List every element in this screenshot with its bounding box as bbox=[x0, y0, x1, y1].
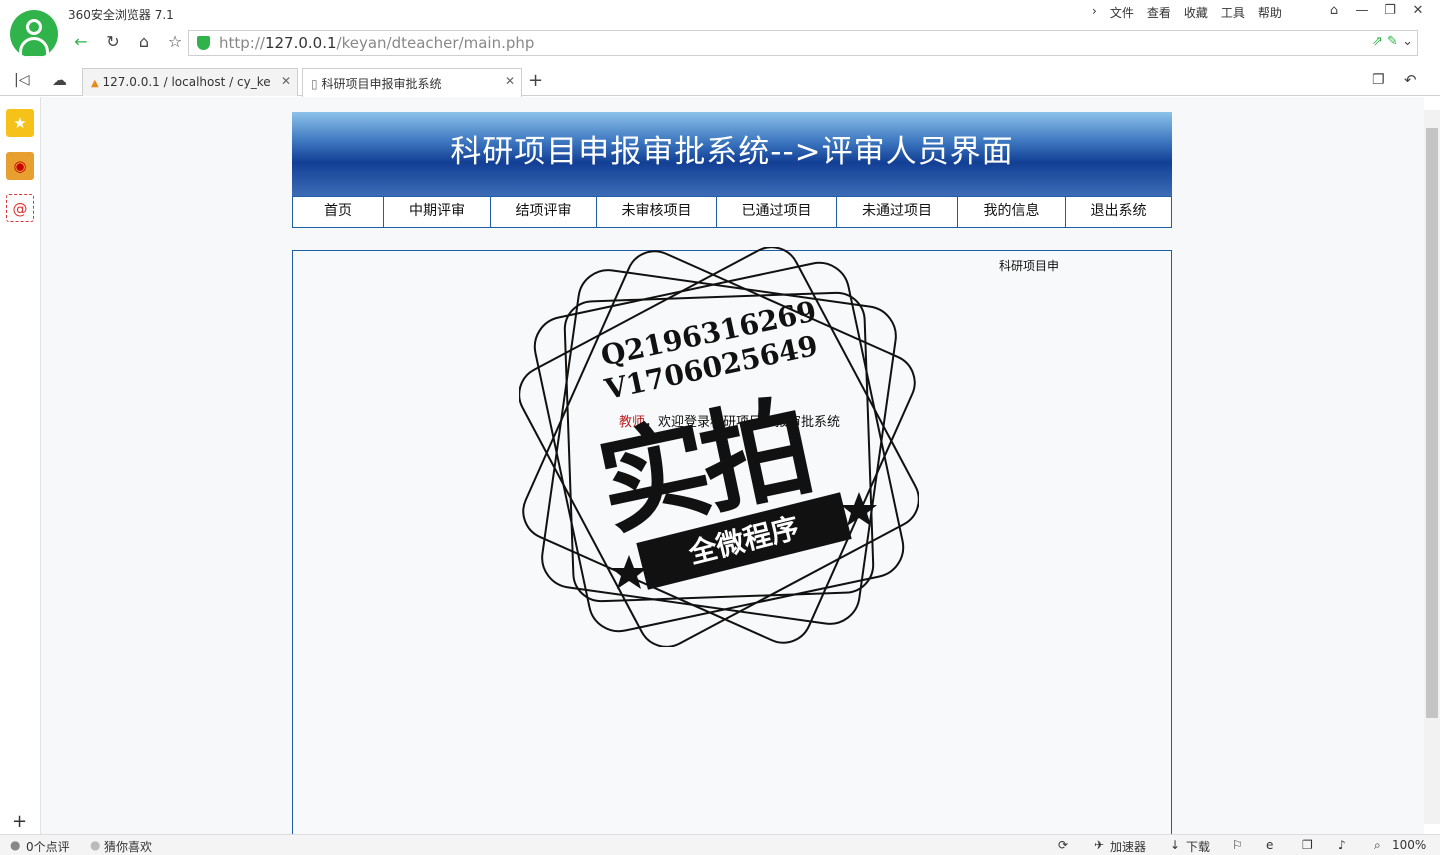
speed-icon[interactable]: ⟳ bbox=[1058, 838, 1068, 852]
close-tab-icon[interactable]: ✕ bbox=[281, 74, 291, 88]
browser-titlebar: 360安全浏览器 7.1 › 文件 查看 收藏 工具 帮助 ⌂ — ❐ ✕ bbox=[0, 0, 1440, 28]
nav-unreviewed[interactable]: 未审核项目 bbox=[597, 197, 717, 227]
window-controls: ⌂ — ❐ ✕ bbox=[1320, 2, 1432, 22]
menu-chevron-icon[interactable]: › bbox=[1092, 4, 1097, 21]
download-icon: ↓ bbox=[1170, 838, 1181, 852]
window-icon[interactable]: ❐ bbox=[1302, 838, 1313, 852]
main-nav: 首页 中期评审 结项评审 未审核项目 已通过项目 未通过项目 我的信息 退出系统 bbox=[292, 196, 1172, 228]
watermark-stamp: Q2196316269 V1706025649 实拍 全微程序 bbox=[519, 247, 919, 647]
flag-icon[interactable]: ⚐ bbox=[1232, 838, 1243, 852]
zoom-icon: ⌕ bbox=[1374, 838, 1381, 852]
ie-icon[interactable]: e bbox=[1266, 838, 1273, 852]
mail-icon[interactable]: @ bbox=[6, 194, 34, 222]
shield-icon bbox=[197, 36, 210, 50]
tab-label: 科研项目申报审批系统 bbox=[321, 77, 442, 91]
tab-research-system[interactable]: ▯ 科研项目申报审批系统 ✕ bbox=[302, 68, 522, 97]
home-icon[interactable]: ⌂ bbox=[133, 32, 155, 51]
back-icon[interactable]: ← bbox=[70, 32, 92, 51]
menu-favorites[interactable]: 收藏 bbox=[1184, 4, 1208, 21]
weibo-icon[interactable]: ◉ bbox=[6, 152, 34, 180]
url-host: 127.0.0.1 bbox=[264, 34, 337, 52]
browser-sidebar: ★ ◉ @ bbox=[0, 97, 41, 834]
url-prefix: http:// bbox=[219, 34, 265, 52]
refresh-icon[interactable]: ↻ bbox=[102, 32, 124, 51]
status-comments[interactable]: 0个点评 bbox=[26, 838, 70, 855]
status-recommend[interactable]: 猜你喜欢 bbox=[104, 838, 152, 855]
favorites-star-icon[interactable]: ★ bbox=[6, 109, 34, 137]
nav-home[interactable]: 首页 bbox=[293, 197, 384, 227]
banner-title: 科研项目申报审批系统-->评审人员界面 bbox=[450, 134, 1014, 170]
page-icon: ▯ bbox=[311, 77, 318, 91]
new-tab-icon[interactable]: + bbox=[528, 70, 543, 91]
scrollbar-thumb[interactable] bbox=[1426, 128, 1438, 718]
browser-menu: › 文件 查看 收藏 工具 帮助 bbox=[1092, 4, 1295, 21]
menu-help[interactable]: 帮助 bbox=[1258, 4, 1282, 21]
page-content: 科研项目申报审批系统-->评审人员界面 首页 中期评审 结项评审 未审核项目 已… bbox=[41, 97, 1424, 834]
nav-approved[interactable]: 已通过项目 bbox=[717, 197, 837, 227]
nav-rejected[interactable]: 未通过项目 bbox=[837, 197, 958, 227]
menu-file[interactable]: 文件 bbox=[1110, 4, 1134, 21]
status-accelerator[interactable]: 加速器 bbox=[1110, 838, 1146, 855]
nav-my-info[interactable]: 我的信息 bbox=[958, 197, 1066, 227]
browser-logo[interactable] bbox=[10, 10, 58, 58]
star-icon[interactable]: ☆ bbox=[164, 32, 186, 51]
user-body-icon bbox=[19, 37, 49, 58]
status-zoom[interactable]: 100% bbox=[1392, 838, 1426, 852]
address-bar[interactable]: http://127.0.0.1/keyan/dteacher/main.php… bbox=[188, 30, 1418, 56]
maximize-icon[interactable]: ❐ bbox=[1376, 2, 1404, 22]
navigation-bar: ← ↻ ⌂ ☆ http://127.0.0.1/keyan/dteacher/… bbox=[64, 28, 1440, 58]
close-tab-icon[interactable]: ✕ bbox=[505, 74, 515, 88]
tab-phpmyadmin[interactable]: ▲ 127.0.0.1 / localhost / cy_ke ✕ bbox=[82, 68, 298, 96]
menu-tools[interactable]: 工具 bbox=[1221, 4, 1245, 21]
page-scrollbar[interactable] bbox=[1424, 110, 1440, 824]
undo-close-icon[interactable]: ↶ bbox=[1404, 71, 1417, 89]
system-banner: 科研项目申报审批系统-->评审人员界面 bbox=[292, 112, 1172, 196]
nav-final-review[interactable]: 结项评审 bbox=[491, 197, 597, 227]
minimize-icon[interactable]: — bbox=[1348, 2, 1376, 22]
restore-tabs-icon[interactable]: ❐ bbox=[1372, 72, 1385, 88]
tab-label: 127.0.0.1 / localhost / cy_ke bbox=[102, 75, 271, 89]
share-icon[interactable]: ⇗ ✎ ⌄ bbox=[1372, 34, 1413, 49]
close-icon[interactable]: ✕ bbox=[1404, 2, 1432, 22]
comment-icon: ● bbox=[10, 838, 21, 852]
recommend-icon: ● bbox=[90, 838, 101, 852]
pma-icon: ▲ bbox=[91, 78, 99, 89]
status-bar: ● 0个点评 ● 猜你喜欢 ⟳ ✈ 加速器 ↓ 下载 ⚐ e ❐ ♪ ⌕ 100… bbox=[0, 834, 1440, 855]
tab-bar: |◁ ☁ ▲ 127.0.0.1 / localhost / cy_ke ✕ ▯… bbox=[0, 66, 1440, 97]
nav-logout[interactable]: 退出系统 bbox=[1066, 197, 1171, 227]
nav-midterm-review[interactable]: 中期评审 bbox=[384, 197, 491, 227]
tab-list-icon[interactable]: |◁ bbox=[14, 72, 29, 88]
url-text[interactable]: http://127.0.0.1/keyan/dteacher/main.php bbox=[219, 34, 534, 52]
app-title: 360安全浏览器 7.1 bbox=[68, 8, 174, 22]
add-sidebar-icon[interactable]: + bbox=[12, 811, 27, 832]
accelerator-icon: ✈ bbox=[1094, 838, 1105, 852]
cloud-icon[interactable]: ☁ bbox=[52, 71, 67, 89]
menu-view[interactable]: 查看 bbox=[1147, 4, 1171, 21]
user-head-icon bbox=[26, 19, 42, 35]
status-download[interactable]: 下载 bbox=[1186, 838, 1210, 855]
sound-icon[interactable]: ♪ bbox=[1338, 838, 1346, 852]
scrolling-notice: 科研项目申 bbox=[999, 259, 1060, 273]
skin-icon[interactable]: ⌂ bbox=[1320, 2, 1348, 22]
url-path: /keyan/dteacher/main.php bbox=[336, 34, 535, 52]
